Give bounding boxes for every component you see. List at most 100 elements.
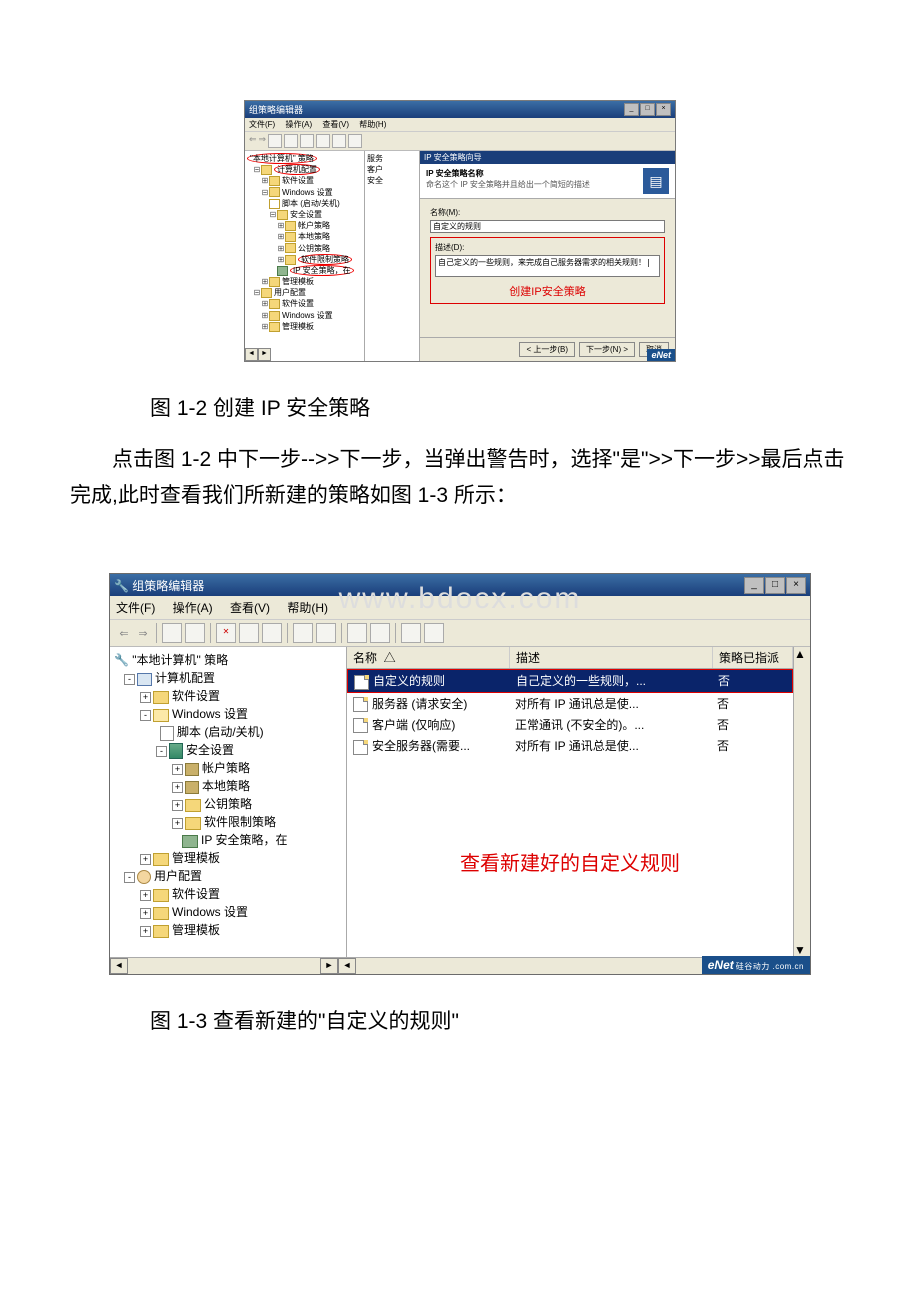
tree-ipsec[interactable]: IP 安全策略，在 [290,265,354,276]
tree-root[interactable]: "本地计算机" 策略 [247,153,317,164]
tree-item[interactable]: 帐户策略 [298,221,330,230]
tree-item[interactable]: 软件设置 [172,689,220,703]
list-item[interactable]: 服务 [367,153,417,164]
cell: 否 [711,715,793,734]
cell: 自定义的规则 [373,674,445,688]
toolbar-button[interactable] [268,134,282,148]
menu-view[interactable]: 查看(V) [230,601,270,615]
tree-item[interactable]: 安全设置 [186,743,234,757]
toolbar-button[interactable] [162,623,182,643]
toolbar-button[interactable] [293,623,313,643]
tree-item[interactable]: 用户配置 [154,869,202,883]
tree-item[interactable]: 用户配置 [274,288,306,297]
tree-item[interactable]: 脚本 (启动/关机) [282,199,340,208]
tree-item[interactable]: 管理模板 [172,923,220,937]
delete-icon[interactable]: ✕ [216,623,236,643]
wizard-sub: 命名这个 IP 安全策略并且给出一个简短的描述 [426,180,590,189]
toolbar-button[interactable] [300,134,314,148]
small-tree[interactable]: "本地计算机" 策略 ⊟计算机配置 ⊞软件设置 ⊟Windows 设置 脚本 (… [245,151,365,361]
document-icon [353,718,368,733]
close-icon[interactable]: × [786,577,806,594]
scroll-arrows[interactable]: ◄► [245,348,271,361]
toolbar-button[interactable] [401,623,421,643]
menu-view[interactable]: 查看(V) [322,120,349,129]
tree-item[interactable]: 软件限制策略 [204,815,276,829]
tree-item[interactable]: Windows 设置 [282,311,333,320]
tree-item[interactable]: 软件设置 [282,299,314,308]
menu-help[interactable]: 帮助(H) [359,120,386,129]
wizard-dialog: IP 安全策略向导 IP 安全策略名称 命名这个 IP 安全策略并且给出一个简短… [420,151,675,361]
menu-action[interactable]: 操作(A) [173,601,213,615]
minimize-icon[interactable]: _ [744,577,764,594]
cell: 否 [711,694,793,713]
enet-badge: eNet硅谷动力 .com.cn [702,956,810,974]
maximize-icon[interactable]: □ [640,103,655,116]
nav-back-icon[interactable]: ⇐ [116,623,132,643]
caption-1-2: 图 1-2 创建 IP 安全策略 [150,392,850,422]
menu-help[interactable]: 帮助(H) [287,601,328,615]
tree-item[interactable]: Windows 设置 [172,707,248,721]
menu-file[interactable]: 文件(F) [116,601,155,615]
toolbar-button[interactable] [262,623,282,643]
small-titlebar: 组策略编辑器 _ □ × [245,101,675,118]
tree-item[interactable]: 公钥策略 [298,244,330,253]
list-row-selected[interactable]: 自定义的规则 自己定义的一些规则，... 否 [347,669,793,692]
name-input[interactable] [430,220,665,233]
col-assigned[interactable]: 策略已指派 [713,647,793,668]
tree-item[interactable]: 安全设置 [290,210,322,219]
minimize-icon[interactable]: _ [624,103,639,116]
toolbar-button[interactable] [370,623,390,643]
tree-item[interactable]: 软件设置 [172,887,220,901]
menu-file[interactable]: 文件(F) [249,120,275,129]
large-menubar: 文件(F) 操作(A) 查看(V) 帮助(H) [110,596,810,620]
back-button[interactable]: < 上一步(B) [519,342,575,357]
toolbar-button[interactable] [316,134,330,148]
scrollbar-vertical[interactable]: ▲ ▼ [793,647,810,957]
tree-item[interactable]: 本地策略 [298,232,330,241]
tree-item[interactable]: 软件限制策略 [298,254,352,265]
col-desc[interactable]: 描述 [510,647,713,668]
list-row[interactable]: 安全服务器(需要... 对所有 IP 通讯总是使... 否 [347,735,793,756]
toolbar-button[interactable] [348,134,362,148]
list-item[interactable]: 客户 [367,164,417,175]
tree-item[interactable]: 帐户策略 [202,761,250,775]
desc-input[interactable] [435,255,660,277]
tree-item[interactable]: 管理模板 [172,851,220,865]
toolbar-button[interactable] [284,134,298,148]
large-titlebar: 🔧 组策略编辑器 _ □ × [110,574,810,596]
toolbar-button[interactable] [347,623,367,643]
cell: 否 [712,671,792,690]
tree-item[interactable]: 公钥策略 [204,797,252,811]
tree-compcfg[interactable]: 计算机配置 [274,164,320,175]
tree-item[interactable]: 本地策略 [202,779,250,793]
tree-item[interactable]: 脚本 (启动/关机) [177,725,264,739]
menu-action[interactable]: 操作(A) [285,120,312,129]
scrollbar-horizontal[interactable]: ◄► [110,957,338,974]
toolbar-button[interactable] [424,623,444,643]
toolbar-button[interactable] [239,623,259,643]
toolbar-button[interactable] [185,623,205,643]
toolbar-button[interactable] [316,623,336,643]
large-tree[interactable]: 🔧 "本地计算机" 策略 -计算机配置 +软件设置 -Windows 设置 脚本… [110,647,347,957]
toolbar-button[interactable] [332,134,346,148]
nav-fwd-icon[interactable]: ⇒ [135,623,151,643]
large-title: 组策略编辑器 [132,579,204,593]
tree-ipsec[interactable]: IP 安全策略，在 [201,833,287,847]
cell: 客户端 (仅响应) [372,718,455,732]
col-name[interactable]: 名称 [353,651,377,665]
tree-item[interactable]: 软件设置 [282,176,314,185]
close-icon[interactable]: × [656,103,671,116]
next-button[interactable]: 下一步(N) > [579,342,635,357]
list-row[interactable]: 服务器 (请求安全) 对所有 IP 通讯总是使... 否 [347,693,793,714]
large-list[interactable]: 名称 △ 描述 策略已指派 自定义的规则 自己定义的一些规则，... 否 服务器… [347,647,793,957]
list-row[interactable]: 客户端 (仅响应) 正常通讯 (不安全的)。... 否 [347,714,793,735]
tree-item[interactable]: Windows 设置 [172,905,248,919]
tree-item[interactable]: 管理模板 [282,322,314,331]
tree-root[interactable]: "本地计算机" 策略 [132,653,228,667]
list-item[interactable]: 安全 [367,175,417,186]
maximize-icon[interactable]: □ [765,577,785,594]
tree-item[interactable]: 计算机配置 [155,671,215,685]
tree-item[interactable]: 管理模板 [282,277,314,286]
document-icon [354,675,369,690]
tree-item[interactable]: Windows 设置 [282,188,333,197]
